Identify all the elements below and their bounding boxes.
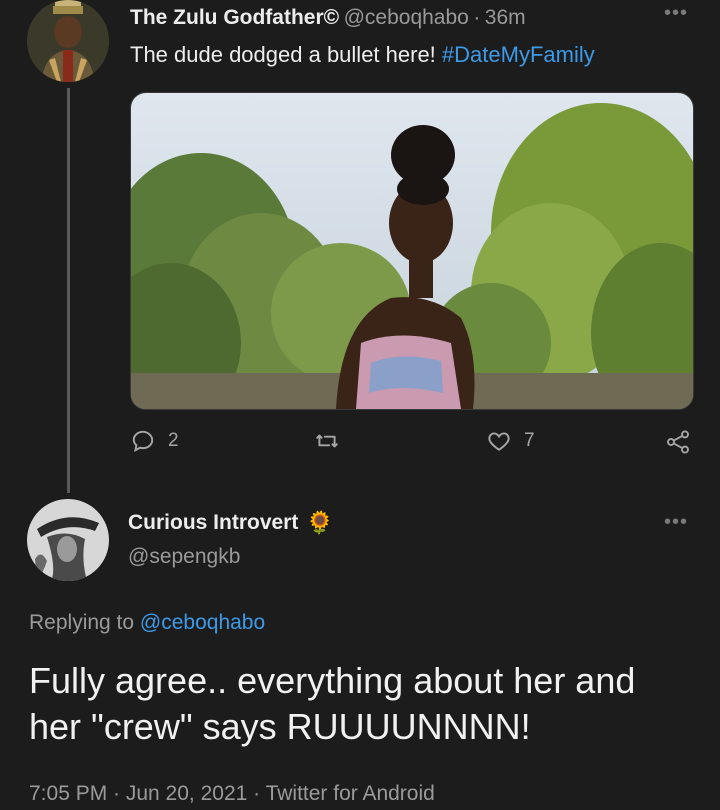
reply-author-name[interactable]: Curious Introvert <box>128 511 298 535</box>
avatar-image <box>27 0 109 82</box>
avatar[interactable] <box>27 499 109 581</box>
retweet-button[interactable] <box>314 428 340 454</box>
reply-text-line: Fully agree.. everything about her and <box>29 660 636 701</box>
reply-button[interactable]: 2 <box>130 428 179 454</box>
retweet-icon <box>316 434 338 448</box>
thread-connector-line <box>67 88 70 493</box>
author-handle[interactable]: @ceboqhabo <box>344 6 469 29</box>
share-button[interactable] <box>664 428 692 456</box>
like-button[interactable]: 7 <box>486 428 535 454</box>
separator-dot: · <box>473 6 481 29</box>
avatar-image <box>27 499 109 581</box>
reply-icon <box>132 430 154 453</box>
reply-author-row: Curious Introvert 🌻 <box>128 510 334 536</box>
share-icon <box>667 430 689 454</box>
reply-count: 2 <box>168 430 179 451</box>
hashtag-link[interactable]: #DateMyFamily <box>442 42 595 67</box>
more-icon[interactable]: ••• <box>664 511 688 534</box>
sunflower-icon: 🌻 <box>306 510 334 535</box>
tweet-header: The Zulu Godfather© @ceboqhabo · 36m <box>130 6 526 30</box>
heart-icon <box>488 432 510 451</box>
like-count: 7 <box>524 430 535 451</box>
more-icon[interactable]: ••• <box>664 2 688 25</box>
replying-to: Replying to @ceboqhabo <box>29 611 265 635</box>
replying-to-handle[interactable]: @ceboqhabo <box>140 611 265 634</box>
tweet-time[interactable]: 36m <box>485 6 526 29</box>
tweet-body: The dude dodged a bullet here! <box>130 42 442 67</box>
tweet-timestamp[interactable]: 7:05 PM · Jun 20, 2021 · Twitter for And… <box>29 782 435 806</box>
replying-to-label: Replying to <box>29 611 140 634</box>
tweet-text: The dude dodged a bullet here! #DateMyFa… <box>130 42 595 68</box>
media-photo <box>131 93 693 409</box>
avatar[interactable] <box>27 0 109 82</box>
reply-author-handle[interactable]: @sepengkb <box>128 545 240 569</box>
tweet-media-image[interactable] <box>130 92 694 410</box>
reply-text: Fully agree.. everything about her and h… <box>29 658 635 750</box>
author-name[interactable]: The Zulu Godfather© <box>130 6 339 29</box>
reply-text-line: her "crew" says RUUUUNNNN! <box>29 706 531 747</box>
